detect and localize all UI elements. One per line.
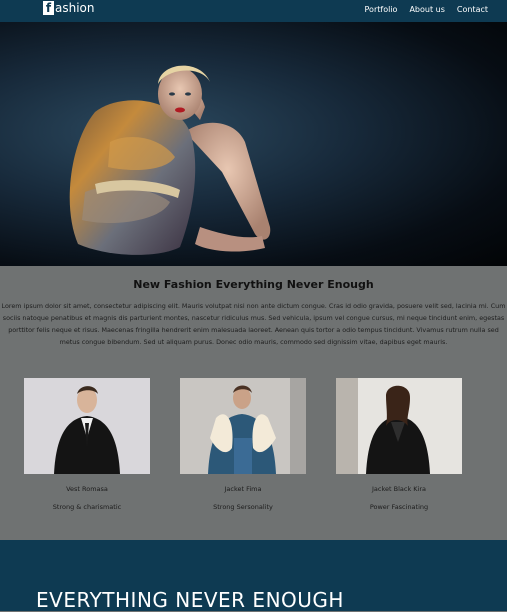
product-name: Jacket Fima	[224, 485, 262, 493]
product-card[interactable]: Jacket Black Kira Power Fascinating	[336, 378, 462, 511]
nav-links: Portfolio About us Contact	[365, 5, 488, 14]
product-photo-jacket-fima[interactable]	[180, 378, 306, 474]
nav-link-contact[interactable]: Contact	[457, 5, 488, 14]
top-navbar: f ashion Portfolio About us Contact	[0, 0, 507, 22]
logo-mark: f	[43, 1, 54, 15]
product-name: Vest Romasa	[66, 485, 108, 493]
product-card[interactable]: Jacket Fima Strong Sersonality	[180, 378, 306, 511]
product-desc: Strong Sersonality	[213, 503, 273, 511]
site-logo[interactable]: f ashion	[43, 1, 95, 15]
product-desc: Power Fascinating	[369, 503, 429, 511]
logo-text: ashion	[55, 1, 95, 15]
product-photo-jacket-black-kira[interactable]	[336, 378, 462, 474]
bottom-title: EVERYTHING NEVER ENOUGH	[36, 588, 344, 612]
bottom-banner: EVERYTHING NEVER ENOUGH	[0, 540, 507, 612]
product-name: Jacket Black Kira	[372, 485, 426, 493]
hero-model-image	[69, 65, 271, 255]
product-card[interactable]: Vest Romasa Strong & charismatic	[24, 378, 150, 511]
hero-banner	[0, 22, 507, 266]
product-cards: Vest Romasa Strong & charismatic Jacket …	[0, 378, 507, 528]
product-desc: Strong & charismatic	[52, 503, 122, 511]
nav-link-about-us[interactable]: About us	[409, 5, 444, 14]
intro-title: New Fashion Everything Never Enough	[133, 278, 374, 291]
product-photo-vest[interactable]	[24, 378, 150, 474]
nav-link-portfolio[interactable]: Portfolio	[365, 5, 398, 14]
intro-text: Lorem ipsum dolor sit amet, consectetur …	[1, 302, 506, 346]
